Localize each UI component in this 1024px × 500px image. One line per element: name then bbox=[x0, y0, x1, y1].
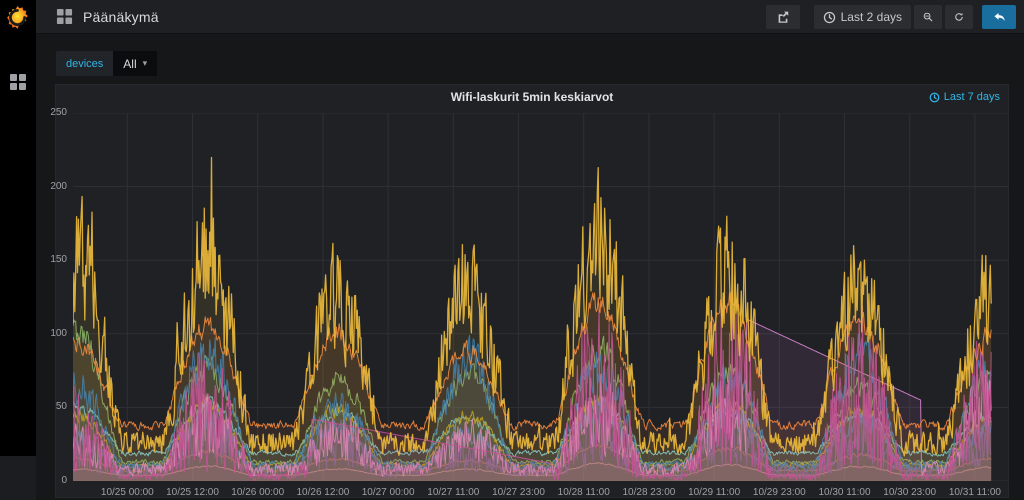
zoom-out-icon bbox=[923, 10, 933, 24]
y-axis-tick: 150 bbox=[37, 255, 67, 265]
chevron-down-icon: ▾ bbox=[143, 58, 148, 69]
share-button[interactable] bbox=[766, 5, 800, 29]
time-range-button[interactable]: Last 2 days bbox=[814, 5, 911, 29]
template-variables-row: devices All ▾ bbox=[56, 51, 157, 76]
panel-time-override: Last 7 days bbox=[929, 91, 1000, 103]
grafana-logo[interactable] bbox=[5, 5, 30, 30]
dashboards-grid-icon[interactable] bbox=[9, 73, 27, 91]
timeseries-chart[interactable] bbox=[73, 113, 1009, 481]
time-range-label: Last 2 days bbox=[841, 10, 902, 24]
back-arrow-icon bbox=[992, 10, 1007, 25]
dashboard-title[interactable]: Päänäkymä bbox=[83, 9, 159, 25]
panel-time-override-label: Last 7 days bbox=[944, 91, 1000, 103]
clock-icon bbox=[929, 92, 940, 103]
sidebar bbox=[0, 0, 36, 500]
panel-wifi-counters: Wifi-laskurit 5min keskiarvot Last 7 day… bbox=[55, 84, 1009, 498]
y-axis-tick: 250 bbox=[37, 108, 67, 118]
y-axis-tick: 50 bbox=[37, 402, 67, 412]
back-to-dashboard-button[interactable] bbox=[982, 5, 1016, 29]
navbar-actions: Last 2 days bbox=[766, 5, 1016, 29]
refresh-button[interactable] bbox=[945, 5, 973, 29]
sidebar-bottom-block bbox=[0, 456, 36, 500]
share-icon bbox=[776, 10, 790, 24]
variable-value-dropdown[interactable]: All ▾ bbox=[113, 51, 157, 76]
y-axis-tick: 0 bbox=[37, 476, 67, 486]
y-axis-tick: 100 bbox=[37, 329, 67, 339]
refresh-icon bbox=[954, 10, 964, 24]
zoom-out-button[interactable] bbox=[914, 5, 942, 29]
variable-selected-value: All bbox=[123, 57, 136, 71]
dashboard-grid-icon bbox=[56, 8, 73, 25]
top-navbar: Päänäkymä Last 2 days bbox=[36, 0, 1024, 34]
plot-area[interactable] bbox=[73, 113, 1009, 481]
variable-label-devices[interactable]: devices bbox=[56, 51, 113, 76]
clock-icon bbox=[823, 11, 836, 24]
y-axis-tick: 200 bbox=[37, 182, 67, 192]
panel-title[interactable]: Wifi-laskurit 5min keskiarvot bbox=[56, 90, 1008, 104]
x-axis-tick: 10/31 11:00 bbox=[933, 487, 1017, 498]
